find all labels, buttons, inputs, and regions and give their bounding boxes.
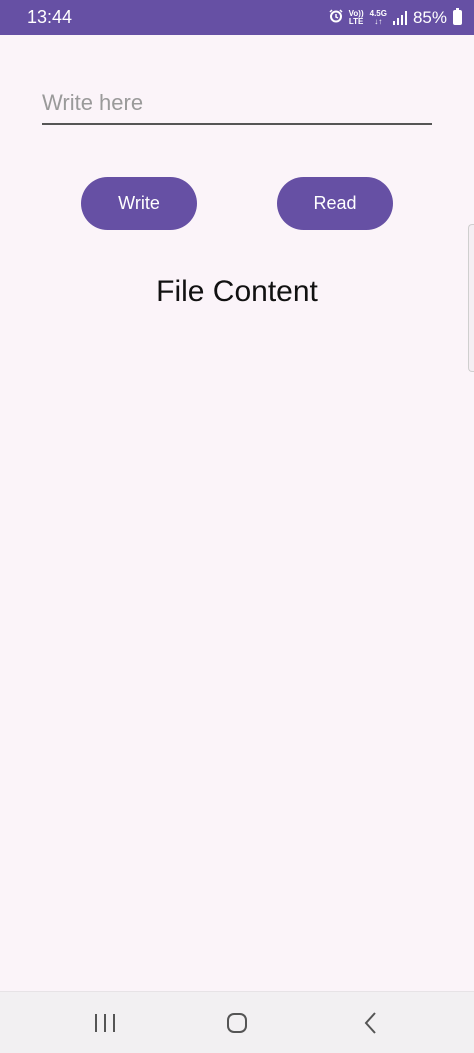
status-time: 13:44 <box>27 7 73 27</box>
write-input[interactable] <box>42 84 432 122</box>
status-icons: Vo)) LTE 4.5G ↓↑ 85% <box>329 8 462 28</box>
write-button[interactable]: Write <box>81 177 197 230</box>
recents-icon <box>95 1014 115 1032</box>
alarm-icon <box>329 8 343 28</box>
status-bar: 13:44 Vo)) LTE 4.5G ↓↑ 85% <box>0 0 474 35</box>
volte-indicator: Vo)) LTE <box>348 8 364 26</box>
home-icon <box>227 1013 247 1033</box>
recents-button[interactable] <box>75 992 135 1053</box>
back-button[interactable] <box>341 992 401 1053</box>
file-content-title: File Content <box>156 275 318 308</box>
battery-percent: 85% <box>412 7 447 27</box>
home-button[interactable] <box>207 992 267 1053</box>
signal-icon <box>392 10 407 25</box>
back-icon <box>364 1012 376 1034</box>
edge-panel-handle[interactable] <box>468 224 474 372</box>
navigation-bar <box>0 991 474 1053</box>
network-indicator: 4.5G ↓↑ <box>369 8 387 26</box>
read-button[interactable]: Read <box>277 177 393 230</box>
write-field-container <box>42 84 432 125</box>
battery-icon <box>453 8 462 25</box>
